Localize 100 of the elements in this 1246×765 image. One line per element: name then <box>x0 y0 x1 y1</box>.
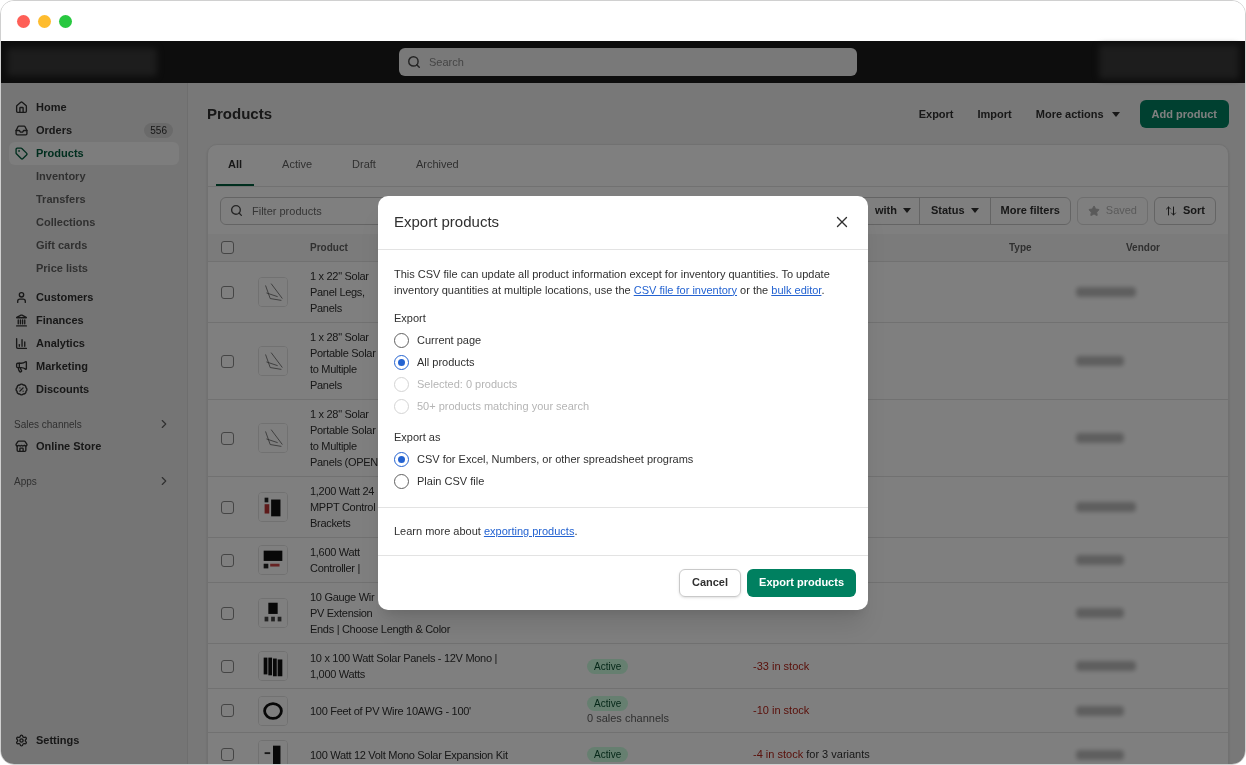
sidebar-item[interactable]: Analytics <box>9 332 179 355</box>
vendor-name <box>1076 661 1136 671</box>
product-name[interactable]: MPPT Control <box>310 499 376 515</box>
tab[interactable]: All <box>216 145 255 186</box>
search-icon <box>230 203 243 217</box>
tab[interactable]: Archived <box>403 145 471 186</box>
checkbox[interactable] <box>221 354 234 368</box>
vendor-name <box>1076 608 1124 618</box>
section-header[interactable]: Sales channels <box>9 413 179 435</box>
product-name[interactable]: 100 Watt 12 Volt Mono Solar Expansion Kit <box>310 746 508 763</box>
sidebar-subitem[interactable]: Gift cards <box>9 234 179 257</box>
filter-dropdown[interactable]: Status <box>918 196 991 225</box>
home-icon <box>15 101 28 114</box>
add-product-button[interactable]: Add product <box>1139 100 1229 128</box>
product-name[interactable]: Portable Solar <box>310 422 376 438</box>
product-name[interactable]: Panels <box>310 377 342 393</box>
product-name[interactable]: 1 x 28" Solar <box>310 329 369 345</box>
caret-icon <box>970 208 979 213</box>
product-name[interactable]: 1 x 22" Solar <box>310 268 369 284</box>
product-name[interactable]: Panel Legs, <box>310 284 365 300</box>
export-products-button[interactable]: Export products <box>747 568 856 597</box>
learn-more-text: Learn more about exporting products. <box>394 523 578 539</box>
option-label[interactable]: All products <box>417 353 475 371</box>
checkbox[interactable] <box>221 659 234 673</box>
option-label[interactable]: Current page <box>417 331 482 349</box>
checkbox[interactable] <box>221 748 234 761</box>
vendor-name <box>1076 502 1136 512</box>
sidebar-subitem[interactable]: Collections <box>9 211 179 234</box>
cancel-button[interactable]: Cancel <box>678 568 742 597</box>
page-title: Products <box>207 103 273 124</box>
action-button[interactable]: Import <box>973 100 1016 128</box>
sort-button[interactable]: Sort <box>1154 196 1216 225</box>
checkbox[interactable] <box>221 553 234 567</box>
action-button[interactable]: Export <box>914 100 958 128</box>
sidebar-item[interactable]: Online Store <box>9 435 179 458</box>
sidebar-subitem[interactable]: Price lists <box>9 257 179 280</box>
bulk-editor-link[interactable]: bulk editor <box>771 283 822 296</box>
bank-icon <box>15 314 28 327</box>
variant-note: for 3 variants <box>805 748 870 761</box>
more-filters-button[interactable]: More filters <box>989 196 1071 225</box>
tag-icon <box>15 147 28 160</box>
product-name[interactable]: Controller | <box>310 560 360 576</box>
product-name[interactable]: Panels <box>310 300 342 316</box>
sidebar-item[interactable]: Customers <box>9 286 179 309</box>
vendor-name <box>1076 749 1124 760</box>
table-row[interactable]: 100 Watt 12 Volt Mono Solar Expansion Kit Active -4 in stock for 3 variants <box>208 733 1228 764</box>
vendor-name <box>1076 433 1124 443</box>
vendor-name <box>1076 287 1136 297</box>
vendor-name <box>1076 356 1124 366</box>
more-actions-button[interactable]: More actions <box>1031 100 1124 128</box>
product-name[interactable]: Brackets <box>310 515 351 531</box>
checkbox[interactable] <box>221 704 234 717</box>
product-name[interactable]: Ends | Choose Length & Color <box>310 621 450 637</box>
product-name[interactable]: Panels (OPEN <box>310 454 378 470</box>
product-name[interactable]: to Multiple <box>310 361 357 377</box>
product-name[interactable]: 1,600 Watt <box>310 544 360 560</box>
sidebar-item[interactable]: Products <box>9 142 179 165</box>
column-header[interactable]: Vendor <box>1126 242 1160 253</box>
sales-channels: 0 sales channels <box>587 710 669 726</box>
sidebar-item[interactable]: Marketing <box>9 355 179 378</box>
column-header[interactable]: Type <box>1009 242 1032 253</box>
sidebar-subitem[interactable]: Transfers <box>9 188 179 211</box>
product-name[interactable]: 10 x 100 Watt Solar Panels - 12V Mono | <box>310 650 498 666</box>
sidebar-item[interactable]: Settings <box>9 729 179 752</box>
search-icon <box>407 55 421 69</box>
checkbox[interactable] <box>221 285 234 299</box>
product-name[interactable]: 10 Gauge Wir <box>310 589 375 605</box>
product-name[interactable]: 1 x 28" Solar <box>310 406 369 422</box>
close-window-icon[interactable] <box>17 14 30 28</box>
checkbox[interactable] <box>221 241 234 254</box>
section-header[interactable]: Apps <box>9 470 179 492</box>
store-icon <box>15 440 28 453</box>
tab[interactable]: Active <box>270 145 325 186</box>
tab[interactable]: Draft <box>340 145 388 186</box>
product-name[interactable]: to Multiple <box>310 438 357 454</box>
bar-chart-icon <box>15 337 28 350</box>
product-name[interactable]: 100 Feet of PV Wire 10AWG - 100' <box>310 702 471 719</box>
sidebar-item[interactable]: Discounts <box>9 378 179 401</box>
vendor-name <box>1076 555 1124 565</box>
minimize-window-icon[interactable] <box>38 14 51 28</box>
option-label[interactable]: CSV for Excel, Numbers, or other spreadsheet programs <box>417 451 694 468</box>
checkbox[interactable] <box>221 500 234 514</box>
checkbox[interactable] <box>221 431 234 445</box>
sidebar-item[interactable]: Orders 556 <box>9 119 179 142</box>
sidebar-item[interactable]: Finances <box>9 309 179 332</box>
maximize-window-icon[interactable] <box>59 14 72 28</box>
sidebar-item[interactable]: Home <box>9 96 179 119</box>
product-name[interactable]: PV Extension <box>310 605 373 621</box>
column-header[interactable]: Product <box>310 242 348 253</box>
sidebar-subitem[interactable]: Inventory <box>9 165 179 188</box>
table-row[interactable]: 100 Feet of PV Wire 10AWG - 100' Active 0 sales channels -10 in stock <box>208 689 1228 733</box>
person-icon <box>15 291 28 304</box>
product-name[interactable]: 1,200 Watt 24 <box>310 483 375 499</box>
status-badge: Active <box>587 695 629 711</box>
product-name[interactable]: 1,000 Watts <box>310 666 365 682</box>
product-name[interactable]: Portable Solar <box>310 345 376 361</box>
inventory-csv-link[interactable]: CSV file for inventory <box>633 283 738 296</box>
sort-icon <box>1165 204 1177 217</box>
checkbox[interactable] <box>221 606 234 620</box>
table-row[interactable]: 10 x 100 Watt Solar Panels - 12V Mono | 1,000 Watts Active -33 in stock <box>208 644 1228 689</box>
